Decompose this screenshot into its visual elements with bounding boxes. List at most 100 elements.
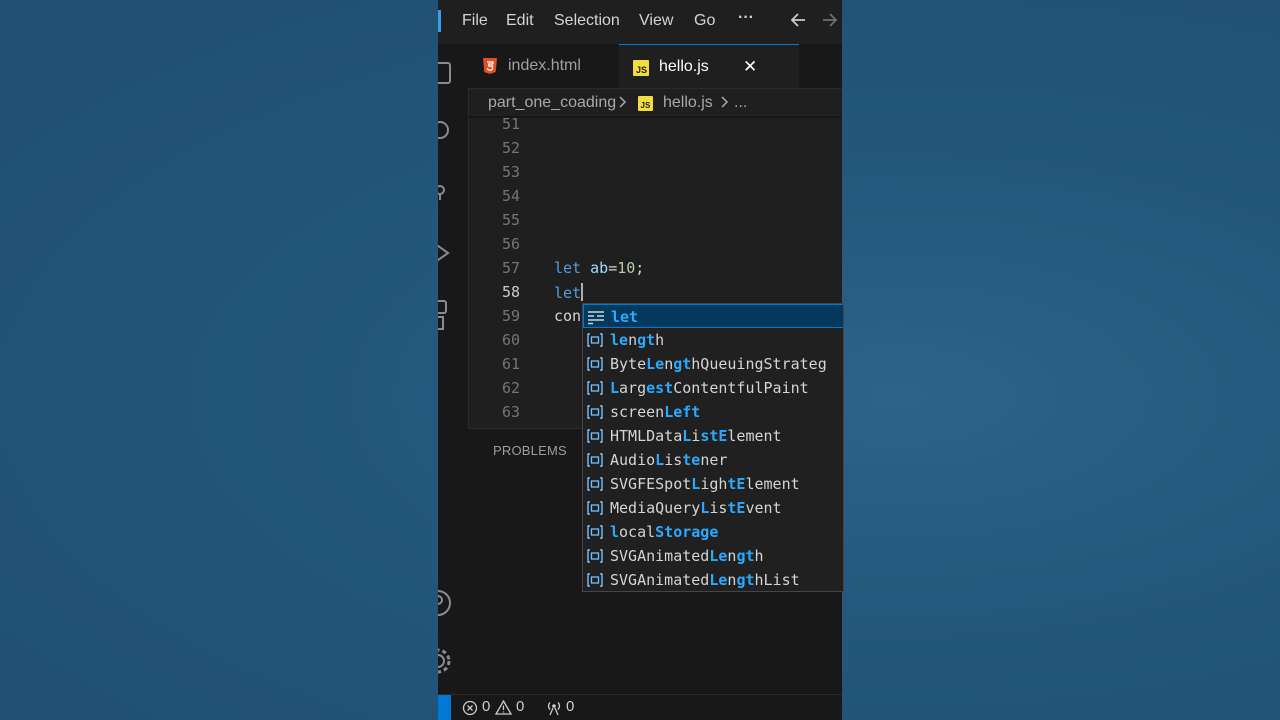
code-line-57: let ab=10; (554, 259, 644, 277)
svg-text:JS: JS (636, 65, 647, 75)
tab-label-index: index.html (508, 57, 581, 74)
suggestion-label: length (610, 331, 664, 349)
match-highlight: l (610, 523, 620, 541)
label-text: is (709, 499, 728, 517)
warning-icon[interactable] (494, 699, 513, 720)
app-logo-edge (438, 10, 441, 32)
source-control-icon[interactable] (438, 180, 456, 209)
match-highlight: L (700, 499, 710, 517)
label-text: Byte (610, 355, 647, 373)
text-cursor (581, 283, 584, 301)
label-text: SVGFESpot (610, 475, 692, 493)
ports-count[interactable]: 0 (566, 698, 574, 715)
variable-icon (586, 476, 604, 492)
tab-problems[interactable]: PROBLEMS (493, 443, 567, 458)
remote-indicator[interactable] (438, 695, 451, 720)
suggestion-item[interactable]: SVGAnimatedLengthList (583, 568, 843, 591)
suggestion-item[interactable]: SVGFESpotLightElement (583, 472, 843, 496)
menu-file[interactable]: File (462, 12, 488, 30)
match-highlight: tE (727, 475, 746, 493)
breadcrumb-file[interactable]: hello.js (663, 94, 713, 112)
line-number: 55 (501, 211, 520, 229)
label-text: Audio (610, 451, 656, 469)
suggestion-item[interactable]: ByteLengthQueuingStrateg (583, 352, 843, 376)
semicolon: ; (635, 259, 645, 277)
match-highlight: tE (727, 499, 746, 517)
suggestion-label: ByteLengthQueuingStrateg (610, 355, 827, 373)
variable-icon (586, 428, 604, 444)
line-number: 59 (501, 307, 520, 325)
menu-view[interactable]: View (639, 12, 673, 30)
title-bar: File Edit Selection View Go ··· (438, 0, 842, 44)
variable-icon (586, 380, 604, 396)
match-highlight: orage (673, 523, 719, 541)
account-icon[interactable] (438, 588, 456, 623)
label-text: arg (619, 379, 647, 397)
variable-icon (586, 500, 604, 516)
line-number: 51 (501, 115, 520, 133)
svg-text:JS: JS (641, 101, 651, 110)
label-text: igh (700, 475, 728, 493)
tab-label-hello: hello.js (659, 58, 709, 75)
label-text: hList (754, 571, 800, 589)
suggestion-item[interactable]: localStorage (583, 520, 843, 544)
menu-selection[interactable]: Selection (554, 12, 620, 30)
suggestion-item[interactable]: SVGAnimatedLength (583, 544, 843, 568)
suggestion-item[interactable]: LargestContentfulPaint (583, 376, 843, 400)
settings-gear-icon[interactable] (438, 646, 456, 681)
suggestion-label: screenLeft (610, 403, 700, 421)
code-line-59: con (554, 307, 582, 325)
suggestion-item[interactable]: let (583, 304, 843, 328)
editor-tabs: index.html JS hello.js ✕ (468, 44, 842, 89)
suggestion-item[interactable]: HTMLDataListElement (583, 424, 843, 448)
label-text: ner (700, 451, 728, 469)
tab-index-html[interactable]: index.html (468, 44, 620, 88)
line-number: 63 (501, 403, 520, 421)
label-text: vent (745, 499, 782, 517)
line-number: 61 (501, 355, 520, 373)
match-highlight: L (655, 451, 665, 469)
match-highlight: gt (673, 355, 692, 373)
line-number: 52 (501, 139, 520, 157)
run-debug-icon[interactable] (438, 240, 456, 271)
match-highlight: Le (709, 571, 728, 589)
error-count[interactable]: 0 (482, 698, 490, 715)
suggestion-item[interactable]: MediaQueryListEvent (583, 496, 843, 520)
variable-icon (586, 404, 604, 420)
suggestion-label: AudioListener (610, 451, 727, 469)
html5-icon (482, 57, 498, 80)
label-text: i (691, 427, 701, 445)
match-highlight: st (700, 427, 719, 445)
match-highlight: L (691, 475, 701, 493)
error-icon[interactable] (462, 700, 478, 720)
menu-edit[interactable]: Edit (506, 12, 534, 30)
suggestion-label: let (611, 308, 638, 326)
suggest-widget[interactable]: let length ByteLengthQueuingStrateg Largest… (582, 303, 844, 592)
broadcast-icon[interactable] (545, 700, 563, 720)
suggestion-item[interactable]: length (583, 328, 843, 352)
breadcrumb-folder[interactable]: part_one_coading (488, 94, 616, 112)
keyword-let: let (554, 284, 582, 302)
menu-go[interactable]: Go (694, 12, 715, 30)
close-tab-icon[interactable]: ✕ (743, 57, 757, 77)
search-icon[interactable] (438, 118, 456, 147)
suggestion-item[interactable]: AudioListener (583, 448, 843, 472)
explorer-icon[interactable] (438, 60, 456, 91)
breadcrumb-more[interactable]: ... (734, 94, 747, 112)
suggestion-item[interactable]: screenLeft (583, 400, 843, 424)
status-bar: 0 0 0 (438, 694, 842, 720)
back-arrow-icon[interactable] (788, 9, 808, 37)
label-text: n (628, 331, 638, 349)
menu-more[interactable]: ··· (738, 9, 754, 27)
label-text: SVGAnimated (610, 571, 710, 589)
tab-hello-js[interactable]: JS hello.js ✕ (619, 44, 799, 88)
label-text: n (664, 355, 674, 373)
keyword-let: let (554, 259, 582, 277)
label-text: SVGAnimated (610, 547, 710, 565)
label-text: ocal (619, 523, 656, 541)
variable-icon (586, 332, 604, 348)
match-highlight: Left (664, 403, 701, 421)
extensions-icon[interactable] (438, 298, 456, 337)
warning-count[interactable]: 0 (516, 698, 524, 715)
forward-arrow-icon[interactable] (820, 9, 840, 37)
